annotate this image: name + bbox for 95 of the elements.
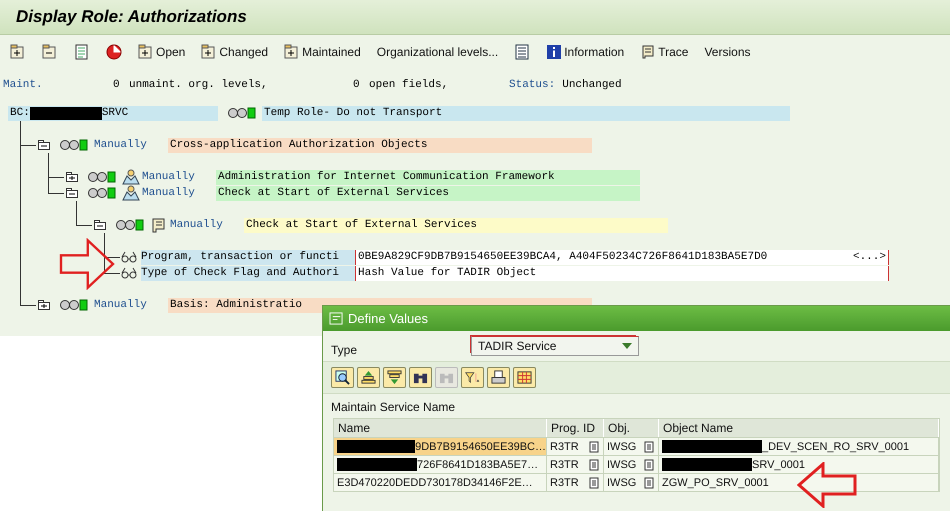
info-icon [546,44,562,60]
node-toggle-icon[interactable] [38,300,50,310]
traffic-light-icon [228,107,256,119]
value-help-icon[interactable] [644,476,654,488]
person-icon [122,185,140,201]
table-cell[interactable]: 726F8641D183BA5E7… [334,455,547,473]
window-title: Display Role: Authorizations [16,7,247,27]
table-cell: IWSG [604,473,659,491]
node-toggle-icon[interactable] [66,188,78,198]
magnifier-icon [335,370,350,385]
status-link[interactable]: Manually [94,299,168,311]
section-title: Maintain Service Name [330,399,456,416]
table-cell[interactable]: 9DB7B9154650EE39BC… [334,437,547,455]
grid-icon [517,370,532,385]
expand-icon [284,44,300,60]
field-value[interactable]: 0BE9A829CF9DB7B9154650EE39BCA4, A404F50234C726F8641D183BA5E7D0 <...> [355,250,889,264]
toolbar-button[interactable] [513,367,536,388]
table-cell: R3TR [547,437,604,455]
table-cell: IWSG [604,437,659,455]
type-dropdown[interactable]: TADIR Service [471,336,639,356]
filter-icon [465,370,480,385]
node-toggle-icon[interactable] [94,220,106,230]
table-cell: _DEV_SCEN_RO_SRV_0001 [659,437,939,455]
toolbar-button[interactable]: Trace [638,44,690,60]
status-text: open fields, [369,79,450,91]
node-description: Check at Start of External Services [244,218,668,232]
toolbar-button[interactable] [461,367,484,388]
scroll-icon [640,44,656,60]
person-icon [122,169,140,185]
field-name: Program, transaction or functi [141,250,355,264]
dialog-icon [329,312,344,325]
column-header[interactable]: Prog. ID [547,419,604,437]
traffic-light-icon [88,187,116,199]
list-icon [514,44,530,60]
toolbar-button[interactable] [331,367,354,388]
status-value: Unchanged [562,79,622,91]
toolbar-button[interactable]: Open [136,44,188,60]
table-cell: IWSG [604,455,659,473]
sort-ascending-icon [361,370,376,385]
node-description: Check at Start of External Services [216,186,640,200]
role-name: BC: SRVC [8,106,218,120]
expand-icon [10,44,26,60]
expand-icon [138,44,154,60]
maint-label: Maint. [3,79,44,91]
toolbar-button[interactable] [383,367,406,388]
count-text: 0 [113,79,121,91]
toolbar-button[interactable]: Information [544,44,626,60]
value-help-icon[interactable] [589,476,599,488]
status-link[interactable]: Manually [142,171,216,183]
status-link[interactable]: Manually [142,187,216,199]
status-link[interactable]: Manually [170,219,244,231]
toolbar-button[interactable] [409,367,432,388]
value-help-icon[interactable] [644,458,654,470]
value-help-icon[interactable] [589,440,599,452]
toolbar-button[interactable]: Versions [702,45,752,59]
status-text: unmaint. org. levels, [129,79,269,91]
table-cell: R3TR [547,473,604,491]
traffic-light-icon [60,299,88,311]
node-description: Cross-application Authorization Objects [168,138,592,152]
column-header[interactable]: Object Name [659,419,939,437]
toolbar-button[interactable]: Maintained [282,44,363,60]
role-description: Temp Role- Do not Transport [262,106,790,120]
node-description: Administration for Internet Communication Framework [216,170,640,184]
value-help-icon[interactable] [589,458,599,470]
node-toggle-icon[interactable] [66,172,78,182]
field-name: Type of Check Flag and Authori [141,266,355,280]
toolbar-button[interactable] [357,367,380,388]
expand-icon [201,44,218,60]
column-header[interactable]: Obj. [604,419,659,437]
dialog-title: Define Values [348,311,428,326]
sort-descending-icon [387,370,402,385]
table-cell: R3TR [547,455,604,473]
count-text: 0 [353,79,361,91]
column-header[interactable]: Name [334,419,547,437]
table-cell[interactable]: E3D470220DEDD730178D34146F2E… [334,473,547,491]
table-cell: ZGW_PO_SRV_0001 [659,473,939,491]
toolbar-button[interactable]: Organizational levels... [374,45,500,59]
toolbar-button[interactable] [487,367,510,388]
collapse-icon [42,44,58,60]
caret-icon [622,343,632,349]
printer-icon [491,370,506,385]
status-link[interactable]: Manually [94,139,168,151]
traffic-light-icon [60,139,88,151]
toolbar-button[interactable] [104,44,124,60]
stop-icon [106,44,122,60]
table-cell: SRV_0001 [659,455,939,473]
field-value[interactable]: Hash Value for TADIR Object [355,266,889,280]
node-toggle-icon[interactable] [38,140,50,150]
traffic-light-icon [88,171,116,183]
traffic-light-icon [116,219,144,231]
toolbar-button[interactable]: Changed [199,44,270,60]
type-label: Type [331,342,358,357]
value-help-icon[interactable] [644,440,654,452]
document-icon [74,44,90,60]
status-label: Status: [509,79,556,91]
